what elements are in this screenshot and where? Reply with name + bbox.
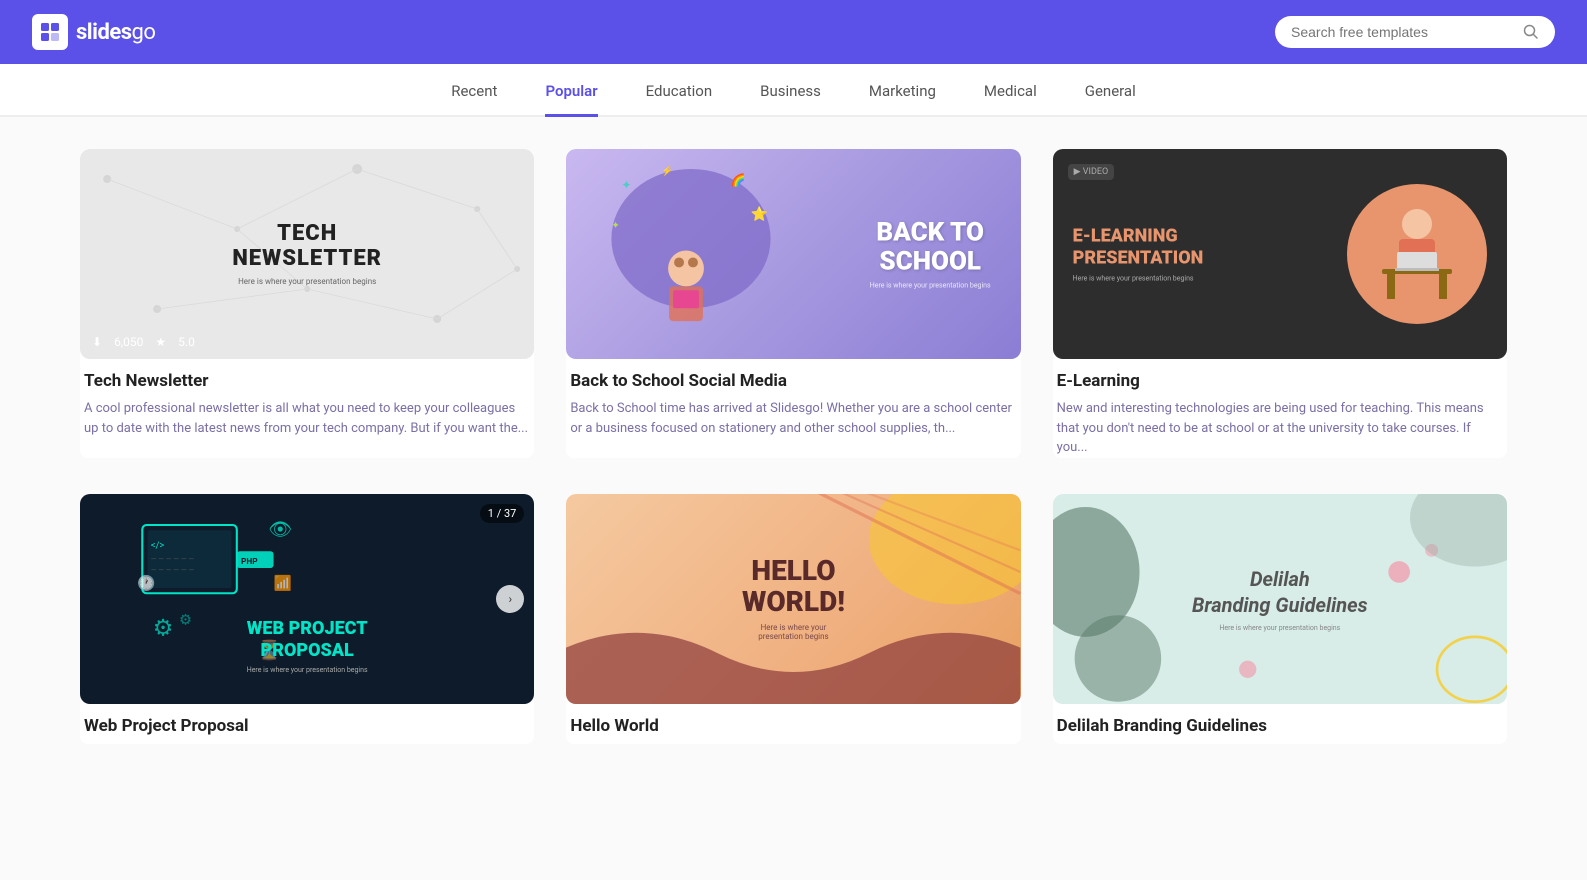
search-bar[interactable] [1275,16,1555,48]
card-thumb-tech: TECH NEWSLETTER Here is where your prese… [80,149,534,359]
card-body: E-Learning New and interesting technolog… [1053,359,1507,458]
elearn-illustration [1357,194,1477,314]
elearn-icons: ▶ VIDEO [1068,164,1115,184]
school-title: BACK TOSCHOOL [870,218,991,275]
tech-thumb-text: TECH NEWSLETTER Here is where your prese… [232,222,382,285]
hello-title: HELLOWORLD! [742,556,845,618]
tab-popular[interactable]: Popular [545,82,597,117]
web-title: WEB PROJECTPROPOSAL [80,618,534,661]
card-elearning[interactable]: ▶ VIDEO E-LEARNINGPRESENTATION Here is w… [1053,149,1507,458]
card-thumb-school: ✦ ⚡ 🌈 ✦ ⭐ BACK TOSCHOOL [566,149,1020,359]
svg-text:— — — — — —: — — — — — — [151,554,195,563]
card-title: E-Learning [1057,371,1503,391]
template-grid: TECH NEWSLETTER Here is where your prese… [80,149,1507,744]
elearn-subtitle: Here is where your presentation begins [1073,275,1204,283]
card-body: Back to School Social Media Back to Scho… [566,359,1020,438]
card-thumb-hello: HELLOWORLD! Here is where yourpresentati… [566,494,1020,704]
hello-subtitle: Here is where yourpresentation begins [742,623,845,641]
brand-subtitle: Here is where your presentation begins [1192,624,1368,632]
tab-general[interactable]: General [1085,82,1136,117]
tab-recent[interactable]: Recent [451,82,497,117]
card-back-to-school[interactable]: ✦ ⚡ 🌈 ✦ ⭐ BACK TOSCHOOL [566,149,1020,458]
school-illustration: ✦ ⚡ 🌈 ✦ ⭐ [576,159,826,348]
card-web-project[interactable]: </> — — — — — — — — — — — — PHP ⚙ ⚙ 👁 📶 [80,494,534,744]
web-thumb-text: WEB PROJECTPROPOSAL Here is where your p… [80,618,534,673]
logo[interactable]: slidesgo [32,14,155,50]
search-icon [1523,24,1539,40]
brand-thumb-text: DelilahBranding Guidelines Here is where… [1192,566,1368,632]
card-thumb-web: </> — — — — — — — — — — — — PHP ⚙ ⚙ 👁 📶 [80,494,534,704]
elearn-thumb-text: E-LEARNINGPRESENTATION Here is where you… [1073,225,1204,282]
card-stats: ⬇ 6,050 ★ 5.0 [92,335,195,349]
next-slide-arrow[interactable]: › [496,585,524,613]
main-content: TECH NEWSLETTER Here is where your prese… [0,117,1587,880]
nav-tabs: Recent Popular Education Business Market… [0,64,1587,117]
card-description: Back to School time has arrived at Slide… [570,399,1016,438]
svg-text:</>: </> [151,540,165,551]
svg-text:📶: 📶 [274,574,292,592]
tech-title-line2: NEWSLETTER [232,247,382,271]
tab-marketing[interactable]: Marketing [869,82,936,117]
logo-icon [32,14,68,50]
card-body: Tech Newsletter A cool professional news… [80,359,534,438]
search-input[interactable] [1291,24,1515,40]
card-title: Web Project Proposal [84,716,530,736]
star-icon: ★ [155,335,166,349]
card-tech-newsletter[interactable]: TECH NEWSLETTER Here is where your prese… [80,149,534,458]
school-thumb-text: BACK TOSCHOOL Here is where your present… [870,218,991,289]
svg-text:🌈: 🌈 [731,172,746,187]
rating-value: 5.0 [178,335,195,349]
card-description: A cool professional newsletter is all wh… [84,399,530,438]
svg-text:✦: ✦ [622,178,632,192]
card-title: Tech Newsletter [84,371,530,391]
brand-title: DelilahBranding Guidelines [1192,566,1368,618]
school-subtitle: Here is where your presentation begins [870,282,991,290]
card-thumb-brand: DelilahBranding Guidelines Here is where… [1053,494,1507,704]
svg-text:⚡: ⚡ [661,164,673,177]
tech-title-line1: TECH [232,222,382,246]
tab-medical[interactable]: Medical [984,82,1037,117]
svg-text:👁: 👁 [268,517,292,540]
card-title: Delilah Branding Guidelines [1057,716,1503,736]
card-body: Delilah Branding Guidelines [1053,704,1507,736]
svg-text:— — — — — —: — — — — — — [151,565,195,574]
svg-text:🕐: 🕐 [137,574,155,592]
card-body: Web Project Proposal [80,704,534,736]
elearn-circle [1347,184,1487,324]
card-body: Hello World [566,704,1020,736]
tab-business[interactable]: Business [760,82,821,117]
card-hello-world[interactable]: HELLOWORLD! Here is where yourpresentati… [566,494,1020,744]
download-count: 6,050 [114,335,143,349]
logo-text: slidesgo [76,20,155,45]
elearn-title: E-LEARNINGPRESENTATION [1073,225,1204,268]
header: slidesgo [0,0,1587,64]
card-title: Back to School Social Media [570,371,1016,391]
svg-text:✦: ✦ [612,221,620,232]
svg-text:PHP: PHP [241,556,258,566]
download-icon: ⬇ [92,335,102,349]
svg-text:⭐: ⭐ [751,206,768,223]
tech-subtitle: Here is where your presentation begins [232,277,382,286]
card-thumb-elearn: ▶ VIDEO E-LEARNINGPRESENTATION Here is w… [1053,149,1507,359]
tab-education[interactable]: Education [646,82,713,117]
card-description: New and interesting technologies are bei… [1057,399,1503,458]
hello-thumb-text: HELLOWORLD! Here is where yourpresentati… [742,556,845,642]
card-title: Hello World [570,716,1016,736]
slide-badge: 1 / 37 [480,504,525,523]
card-branding[interactable]: DelilahBranding Guidelines Here is where… [1053,494,1507,744]
web-subtitle: Here is where your presentation begins [80,666,534,674]
